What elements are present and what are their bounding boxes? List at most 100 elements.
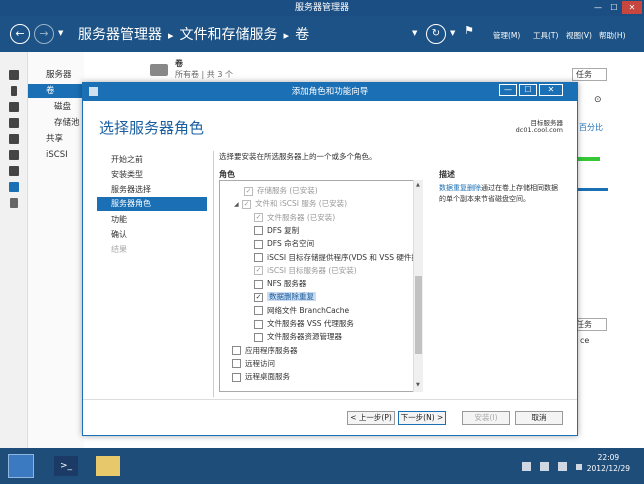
- role-checkbox[interactable]: [254, 279, 263, 289]
- role-label: DFS 复制: [267, 225, 300, 235]
- breadcrumb-dropdown-icon[interactable]: ▼: [412, 29, 417, 37]
- role-checkbox[interactable]: [254, 332, 263, 342]
- file-explorer-icon[interactable]: [96, 456, 120, 476]
- menu-help[interactable]: 帮助(H): [599, 30, 626, 41]
- dialog-maximize-button[interactable]: ☐: [519, 84, 537, 96]
- role-checkbox[interactable]: [232, 346, 241, 356]
- dialog-close-button[interactable]: ✕: [539, 84, 563, 96]
- role-item[interactable]: DFS 命名空间: [254, 238, 314, 250]
- tray-network-icon[interactable]: [540, 462, 549, 471]
- close-button[interactable]: ✕: [622, 1, 642, 14]
- role-checkbox[interactable]: [254, 239, 263, 249]
- menu-tools[interactable]: 工具(T): [533, 30, 558, 41]
- breadcrumb-item[interactable]: 服务器管理器: [78, 27, 162, 43]
- next-button[interactable]: 下一步(N) >: [398, 411, 446, 425]
- role-item[interactable]: 文件服务器 VSS 代理服务: [254, 318, 354, 330]
- powershell-icon[interactable]: >_: [54, 456, 78, 476]
- local-server-icon[interactable]: [11, 86, 17, 96]
- role-label: 远程访问: [245, 358, 275, 368]
- role-checkbox[interactable]: [254, 253, 263, 262]
- window-title-bar: 服务器管理器 — ☐ ✕: [0, 0, 644, 16]
- roles-tree-list[interactable]: ✓ 存储服务 (已安装) ◢ ✓ 文件和 iSCSI 服务 (已安装) ✓ 文件服务器 (已…: [219, 180, 423, 392]
- back-arrow-icon[interactable]: ←: [10, 24, 30, 44]
- role-checkbox[interactable]: [232, 372, 241, 382]
- previous-button[interactable]: < 上一步(P): [347, 411, 395, 425]
- role-checkbox[interactable]: [254, 306, 263, 316]
- wizard-step-before-you-begin[interactable]: 开始之前: [111, 154, 143, 165]
- storage-nav-panel: 服务器 卷 磁盘 存储池 共享 iSCSI: [28, 52, 84, 448]
- all-servers-icon[interactable]: [9, 102, 19, 112]
- wizard-step-server-roles[interactable]: 服务器角色: [97, 197, 207, 211]
- cancel-button[interactable]: 取消: [515, 411, 563, 425]
- breadcrumb-item[interactable]: 文件和存储服务: [180, 27, 278, 43]
- role-item[interactable]: 文件服务器资源管理器: [254, 331, 342, 343]
- wizard-step-installation-type[interactable]: 安装类型: [111, 169, 143, 180]
- sidebar-item-iscsi[interactable]: iSCSI: [28, 148, 84, 162]
- tray-flag-icon[interactable]: [522, 462, 531, 471]
- history-dropdown-icon[interactable]: ▼: [58, 29, 63, 37]
- file-services-icon[interactable]: [9, 150, 19, 160]
- wizard-step-server-selection[interactable]: 服务器选择: [111, 184, 151, 195]
- server-manager-taskbar-icon[interactable]: [8, 454, 34, 478]
- role-label: NFS 服务器: [267, 279, 307, 289]
- role-checkbox[interactable]: ✓: [242, 199, 251, 209]
- sidebar-item-shares[interactable]: 共享: [28, 132, 84, 146]
- tray-speaker-icon[interactable]: [576, 464, 582, 470]
- roles-scrollbar[interactable]: ▲ ▼: [413, 180, 423, 392]
- description-link[interactable]: 数据重复删除: [439, 184, 481, 192]
- selected-row-marker: [578, 188, 608, 191]
- add-roles-wizard-dialog: 添加角色和功能向导 — ☐ ✕ 选择服务器角色 目标服务器 dc01.cool.…: [82, 82, 578, 436]
- forward-arrow-icon[interactable]: →: [34, 24, 54, 44]
- menu-manage[interactable]: 管理(M): [493, 30, 520, 41]
- ad-ds-icon[interactable]: [9, 118, 19, 128]
- icon-rail: [0, 52, 28, 448]
- role-item[interactable]: 远程桌面服务: [232, 371, 290, 383]
- sidebar-item-servers[interactable]: 服务器: [28, 68, 84, 82]
- role-item[interactable]: NFS 服务器: [254, 278, 306, 290]
- wizard-step-confirmation[interactable]: 确认: [111, 229, 127, 240]
- storage-services-icon[interactable]: [9, 182, 19, 192]
- menu-view[interactable]: 视图(V): [566, 30, 592, 41]
- role-checkbox[interactable]: [254, 319, 263, 329]
- breadcrumb-item[interactable]: 卷: [295, 27, 309, 43]
- dialog-minimize-button[interactable]: —: [499, 84, 517, 96]
- role-item[interactable]: ✓ 文件服务器 (已安装): [254, 212, 335, 224]
- dashboard-icon[interactable]: [9, 70, 19, 80]
- role-checkbox[interactable]: ✓: [254, 213, 263, 223]
- role-item[interactable]: ◢ ✓ 文件和 iSCSI 服务 (已安装): [234, 198, 347, 210]
- sidebar-item-storage-pools[interactable]: 存储池: [28, 116, 84, 130]
- clock[interactable]: 22:09 2012/12/29: [587, 452, 630, 474]
- flag-icon[interactable]: ⚑: [464, 24, 474, 37]
- role-item[interactable]: DFS 复制: [254, 225, 299, 237]
- role-item[interactable]: ✓ iSCSI 目标服务器 (已安装): [254, 265, 357, 277]
- role-checkbox[interactable]: [232, 359, 241, 369]
- role-item[interactable]: 应用程序服务器: [232, 345, 298, 357]
- tasks-dropdown[interactable]: 任务: [572, 68, 607, 81]
- role-item[interactable]: ✓ 存储服务 (已安装): [244, 185, 318, 197]
- wizard-step-features[interactable]: 功能: [111, 214, 127, 225]
- instruction-text: 选择要安装在所选服务器上的一个或多个角色。: [219, 152, 377, 161]
- navigation-bar: ← → ▼ 服务器管理器 ▸ 文件和存储服务 ▸ 卷 ▼ ↻ ▼ ⚑ 管理(M) 工具(…: [0, 16, 644, 52]
- role-checkbox[interactable]: ✓: [254, 266, 263, 276]
- refresh-dropdown-icon[interactable]: ▼: [450, 29, 455, 37]
- minimize-button[interactable]: —: [590, 1, 606, 14]
- maximize-button[interactable]: ☐: [606, 1, 622, 14]
- sidebar-item-disks[interactable]: 磁盘: [28, 100, 84, 114]
- role-item[interactable]: iSCSI 目标存储提供程序(VDS 和 VSS 硬件提: [254, 252, 419, 264]
- dns-icon[interactable]: [9, 134, 19, 144]
- sidebar-item-volumes[interactable]: 卷: [28, 84, 84, 98]
- role-checkbox[interactable]: [254, 226, 263, 236]
- collapse-icon[interactable]: ⊙: [594, 95, 602, 105]
- expand-arrow-icon[interactable]: [10, 198, 18, 208]
- role-item[interactable]: ✓ 数据删除重复: [254, 291, 316, 303]
- dialog-title: 添加角色和功能向导: [291, 87, 369, 97]
- role-checkbox[interactable]: ✓: [254, 292, 263, 302]
- iis-icon[interactable]: [9, 166, 19, 176]
- role-item[interactable]: 远程访问: [232, 358, 275, 370]
- refresh-icon[interactable]: ↻: [426, 24, 446, 44]
- role-item[interactable]: 网络文件 BranchCache: [254, 305, 349, 317]
- role-checkbox[interactable]: ✓: [244, 186, 253, 196]
- tray-volume-icon[interactable]: [558, 462, 567, 471]
- scrollbar-thumb[interactable]: [415, 276, 422, 354]
- tree-expander-icon[interactable]: ◢: [234, 199, 242, 211]
